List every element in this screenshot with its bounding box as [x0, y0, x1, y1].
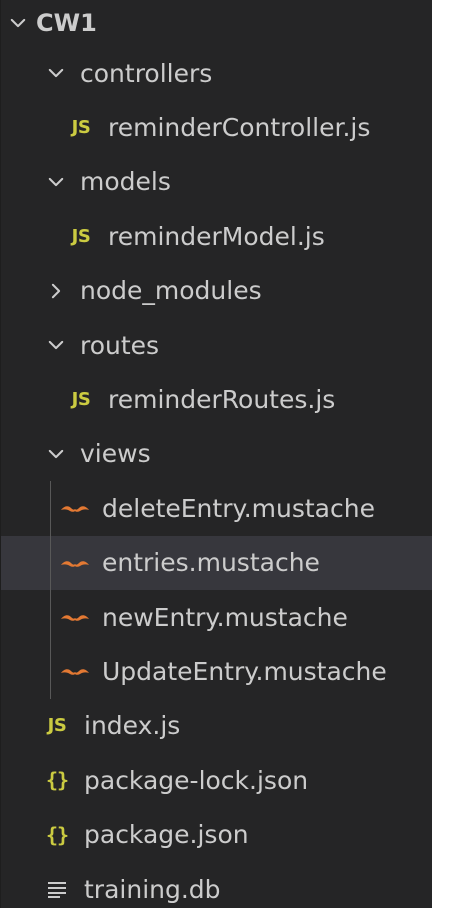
- file-explorer: CW1 controllers JS reminderController.js mo…: [0, 0, 432, 908]
- chevron-right-icon[interactable]: [42, 277, 70, 305]
- js-file-icon: JS: [71, 389, 91, 411]
- file-remindercontroller-js[interactable]: JS reminderController.js: [0, 100, 432, 154]
- file-label: newEntry.mustache: [102, 602, 348, 632]
- json-file-icon: {}: [45, 822, 69, 847]
- folder-label: views: [80, 439, 151, 469]
- folder-routes[interactable]: routes: [0, 318, 432, 372]
- json-file-icon: {}: [45, 768, 69, 793]
- root-folder-label: CW1: [36, 9, 97, 37]
- folder-label: models: [80, 167, 171, 197]
- file-label: entries.mustache: [102, 548, 320, 578]
- file-package-json[interactable]: {} package.json: [0, 807, 432, 861]
- file-label: reminderModel.js: [108, 221, 325, 251]
- folder-node-modules[interactable]: node_modules: [0, 264, 432, 318]
- text-lines-file-icon: [40, 880, 74, 899]
- file-training-db[interactable]: training.db: [0, 862, 432, 908]
- chevron-down-icon[interactable]: [42, 440, 70, 468]
- indent-guide: [50, 644, 51, 699]
- file-label: UpdateEntry.mustache: [102, 656, 387, 686]
- js-file-icon: JS: [71, 225, 91, 247]
- file-label: package-lock.json: [84, 765, 309, 795]
- file-remindermodel-js[interactable]: JS reminderModel.js: [0, 209, 432, 263]
- file-reminderroutes-js[interactable]: JS reminderRoutes.js: [0, 372, 432, 426]
- folder-label: routes: [80, 330, 160, 360]
- file-index-js[interactable]: JS index.js: [0, 699, 432, 753]
- file-label: reminderController.js: [108, 113, 371, 143]
- folder-label: controllers: [80, 58, 213, 88]
- file-label: index.js: [84, 711, 181, 741]
- root-folder-cw1[interactable]: CW1: [0, 0, 432, 46]
- folder-views[interactable]: views: [0, 427, 432, 481]
- js-file-icon: JS: [71, 117, 91, 139]
- indent-guide: [50, 535, 51, 590]
- js-file-icon: JS: [47, 715, 67, 737]
- mustache-file-icon: [58, 610, 92, 624]
- file-label: training.db: [84, 874, 221, 904]
- file-package-lock-json[interactable]: {} package-lock.json: [0, 753, 432, 807]
- file-label: reminderRoutes.js: [108, 385, 336, 415]
- file-tree: CW1 controllers JS reminderController.js mo…: [0, 0, 432, 908]
- indent-guide: [50, 481, 51, 536]
- file-updateentry-mustache[interactable]: UpdateEntry.mustache: [0, 644, 432, 699]
- mustache-file-icon: [58, 664, 92, 678]
- mustache-file-icon: [58, 556, 92, 570]
- indent-guide: [50, 589, 51, 645]
- folder-models[interactable]: models: [0, 155, 432, 209]
- file-label: package.json: [84, 820, 249, 850]
- chevron-down-icon[interactable]: [4, 9, 32, 37]
- file-entries-mustache[interactable]: entries.mustache: [0, 535, 432, 590]
- file-label: deleteEntry.mustache: [102, 493, 375, 523]
- chevron-down-icon[interactable]: [42, 168, 70, 196]
- folder-controllers[interactable]: controllers: [0, 46, 432, 100]
- chevron-down-icon[interactable]: [42, 59, 70, 87]
- chevron-down-icon[interactable]: [42, 331, 70, 359]
- file-deleteentry-mustache[interactable]: deleteEntry.mustache: [0, 481, 432, 536]
- mustache-file-icon: [58, 501, 92, 515]
- folder-label: node_modules: [80, 276, 262, 306]
- file-newentry-mustache[interactable]: newEntry.mustache: [0, 589, 432, 645]
